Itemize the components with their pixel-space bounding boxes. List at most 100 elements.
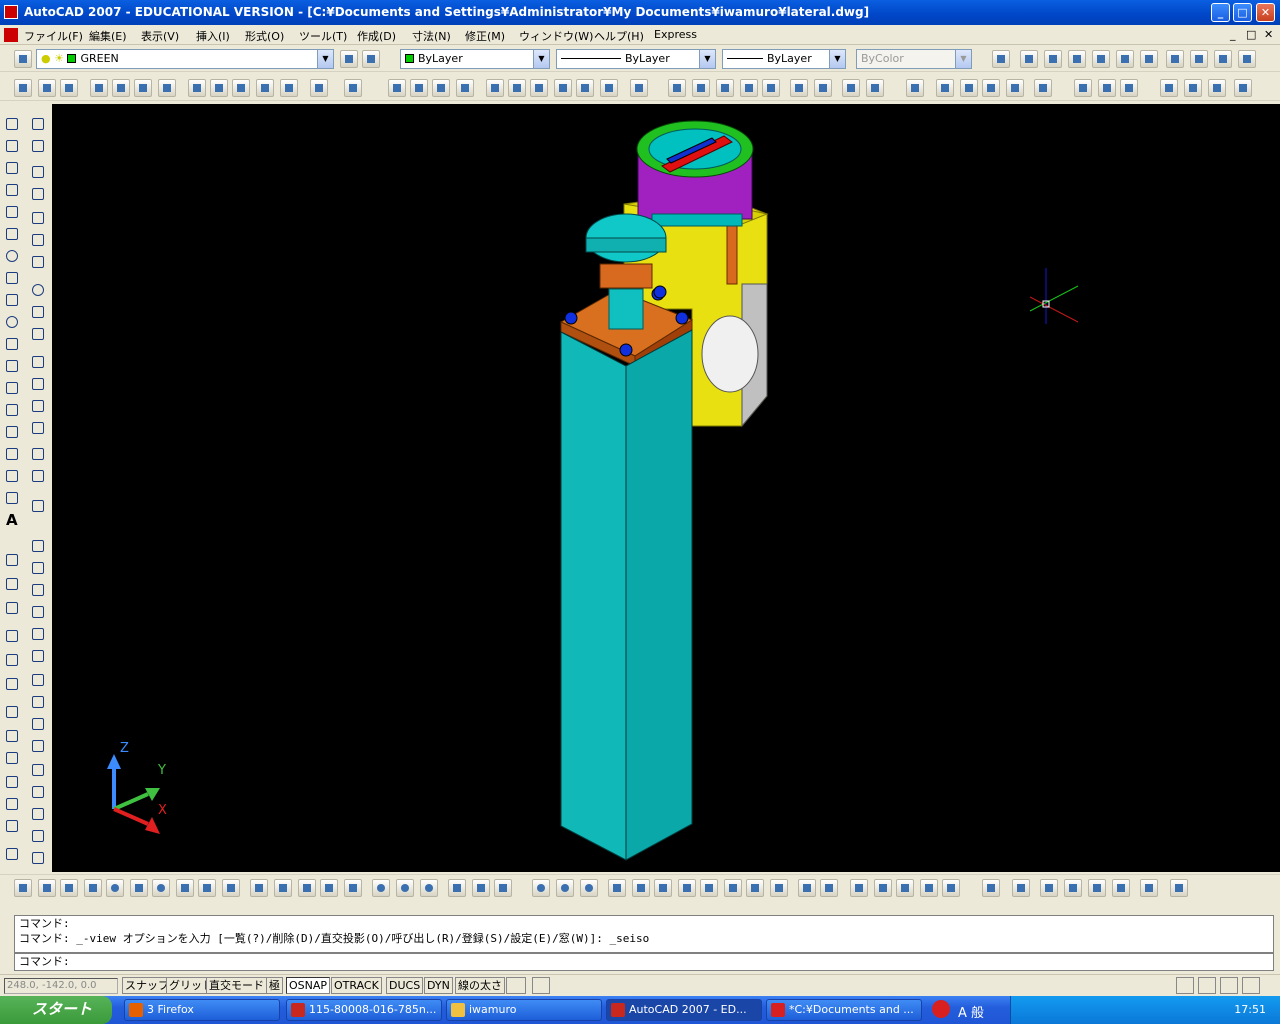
ime-mode[interactable]: A 般 <box>958 1002 984 1021</box>
start-button[interactable]: スタート <box>0 996 112 1024</box>
menu-edit[interactable]: 編集(E) <box>89 28 127 44</box>
edit-spline-icon[interactable] <box>28 558 48 578</box>
zoom-center-icon[interactable] <box>740 79 758 97</box>
toolbar-lock-icon[interactable] <box>1198 977 1216 994</box>
nw-iso-view-icon[interactable] <box>1238 50 1256 68</box>
offset-icon[interactable] <box>28 184 48 204</box>
pyramid-icon[interactable] <box>176 879 194 897</box>
menu-insert[interactable]: 挿入(I) <box>196 28 230 44</box>
cut-icon[interactable] <box>188 79 206 97</box>
redo-icon[interactable] <box>344 79 362 97</box>
layer-manager-icon[interactable] <box>14 50 32 68</box>
ortho-toggle[interactable]: 直交モード <box>206 977 267 994</box>
ucs-object-icon[interactable] <box>2 650 22 670</box>
polyline-icon[interactable] <box>2 158 22 178</box>
taper-faces-icon[interactable] <box>724 879 742 897</box>
menu-file[interactable]: ファイル(F) <box>24 28 83 44</box>
ellipse-arc-icon[interactable] <box>2 334 22 354</box>
intersect-icon[interactable] <box>420 879 438 897</box>
sphere-icon[interactable] <box>106 879 124 897</box>
color-edges-icon[interactable] <box>820 879 838 897</box>
close-button[interactable]: ✕ <box>1256 3 1275 22</box>
task-firefox[interactable]: 3 Firefox <box>124 999 280 1021</box>
publish-icon[interactable] <box>134 79 152 97</box>
copy-edges-icon[interactable] <box>798 879 816 897</box>
break-at-point-icon[interactable] <box>28 374 48 394</box>
edit-hatch-icon[interactable] <box>28 580 48 600</box>
make-block-icon[interactable] <box>2 378 22 398</box>
zoom-window-icon[interactable] <box>432 79 450 97</box>
zoom-realtime-icon[interactable] <box>410 79 428 97</box>
align-icon[interactable] <box>28 646 48 666</box>
edit-polyline-icon[interactable] <box>28 536 48 556</box>
menu-modify[interactable]: 修正(M) <box>465 28 505 44</box>
markup-set-icon[interactable] <box>576 79 594 97</box>
open-file-icon[interactable] <box>38 79 56 97</box>
polar-toggle[interactable]: 極 <box>266 977 283 994</box>
zoom-extents-icon[interactable] <box>866 79 884 97</box>
plot-icon[interactable] <box>90 79 108 97</box>
ucs-world-icon[interactable] <box>2 574 22 594</box>
3d-rotate-gizmo-icon[interactable] <box>472 879 490 897</box>
point-icon[interactable] <box>2 400 22 420</box>
named-views-icon[interactable] <box>992 50 1010 68</box>
extrude-faces-icon[interactable] <box>608 879 626 897</box>
extend-icon[interactable] <box>28 352 48 372</box>
continuous-orbit-icon[interactable] <box>1120 79 1138 97</box>
zoom-dynamic-icon[interactable] <box>692 79 710 97</box>
ucs-apply-icon[interactable] <box>2 844 22 864</box>
separate-icon[interactable] <box>896 879 914 897</box>
clean-icon[interactable] <box>874 879 892 897</box>
advanced-render-icon[interactable] <box>1140 879 1158 897</box>
communication-center-icon[interactable] <box>1176 977 1194 994</box>
edit-text-icon[interactable] <box>28 602 48 622</box>
chevron-down-icon[interactable]: ▼ <box>533 50 549 68</box>
ucs-z-axis-icon[interactable] <box>2 726 22 746</box>
lineweight-dropdown[interactable]: ByLayer ▼ <box>722 49 846 69</box>
lengthen-icon[interactable] <box>28 760 48 780</box>
ne-iso-view-icon[interactable] <box>1214 50 1232 68</box>
text-style-icon[interactable] <box>906 79 924 97</box>
hidden-shade-icon[interactable] <box>960 79 978 97</box>
erase-icon[interactable] <box>28 114 48 134</box>
menu-window[interactable]: ウィンドウ(W) <box>519 28 593 44</box>
fillet-icon[interactable] <box>28 466 48 486</box>
rotate-icon[interactable] <box>28 252 48 272</box>
gradient-icon[interactable] <box>2 444 22 464</box>
osnap-toggle[interactable]: OSNAP <box>286 977 331 994</box>
area-icon[interactable] <box>1184 79 1202 97</box>
task-folder[interactable]: iwamuro <box>446 999 602 1021</box>
render-environment-icon[interactable] <box>1112 879 1130 897</box>
menu-draw[interactable]: 作成(D) <box>357 28 396 44</box>
imprint-icon[interactable] <box>850 879 868 897</box>
help-icon[interactable] <box>630 79 648 97</box>
copy-object-icon[interactable] <box>28 136 48 156</box>
ucs-3point-icon[interactable] <box>2 748 22 768</box>
cylinder-icon[interactable] <box>130 879 148 897</box>
document-icon[interactable] <box>4 28 18 42</box>
ucs-z-icon[interactable] <box>2 816 22 836</box>
ucs-icon[interactable] <box>2 550 22 570</box>
doc-close-button[interactable]: ✕ <box>1264 28 1273 41</box>
quickcalc-icon[interactable] <box>600 79 618 97</box>
conceptual-shade-icon[interactable] <box>1006 79 1024 97</box>
status-tray-settings-icon[interactable] <box>1220 977 1238 994</box>
doc-restore-button[interactable]: □ <box>1246 28 1256 41</box>
trim-icon[interactable] <box>28 324 48 344</box>
3d-move-icon[interactable] <box>28 670 48 690</box>
doc-minimize-button[interactable]: _ <box>1230 28 1236 41</box>
se-iso-view-icon[interactable] <box>1190 50 1208 68</box>
make-layer-current-icon[interactable] <box>340 50 358 68</box>
pan-realtime-icon[interactable] <box>388 79 406 97</box>
maximize-button[interactable]: □ <box>1233 3 1252 22</box>
section-plane-icon[interactable] <box>28 848 48 868</box>
circle-icon[interactable] <box>2 246 22 266</box>
construction-line-icon[interactable] <box>2 136 22 156</box>
union-icon[interactable] <box>372 879 390 897</box>
new-file-icon[interactable] <box>14 79 32 97</box>
3d-rotate-icon[interactable] <box>28 692 48 712</box>
chamfer-icon[interactable] <box>28 444 48 464</box>
model-paper-toggle[interactable] <box>506 977 526 994</box>
left-view-icon[interactable] <box>1068 50 1086 68</box>
front-view-icon[interactable] <box>1116 50 1134 68</box>
